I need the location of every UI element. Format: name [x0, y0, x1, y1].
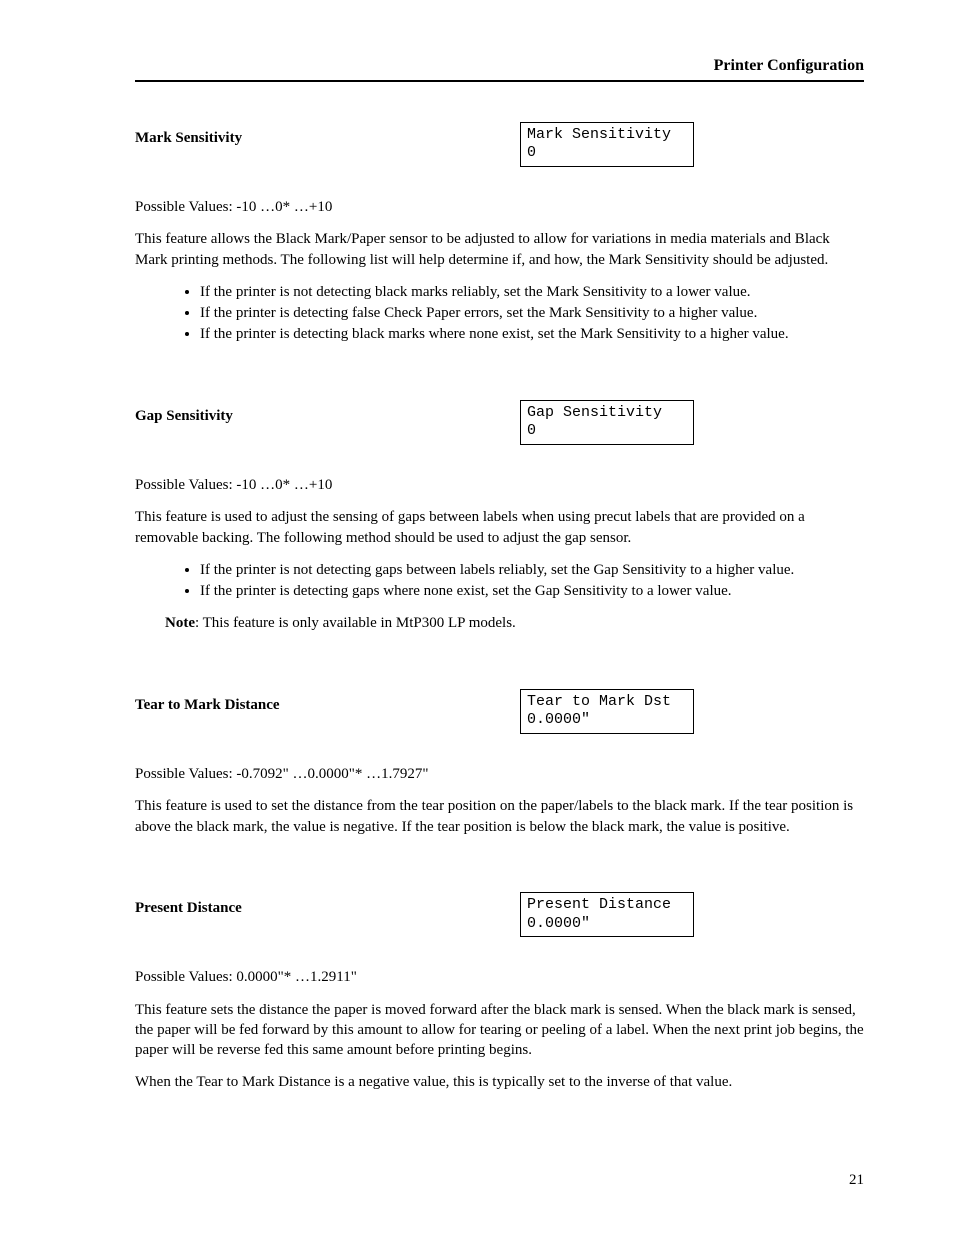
section-head: Present Distance Present Distance 0.0000… [135, 892, 864, 938]
section-title: Gap Sensitivity [135, 400, 233, 426]
list-item: If the printer is detecting false Check … [200, 303, 864, 323]
section-title: Mark Sensitivity [135, 122, 242, 148]
display-line1: Gap Sensitivity [527, 404, 687, 423]
display-box: Mark Sensitivity 0 [520, 122, 694, 168]
display-line2: 0.0000" [527, 915, 687, 934]
section-tear-to-mark: Tear to Mark Distance Tear to Mark Dst 0… [135, 689, 864, 837]
section-gap-sensitivity: Gap Sensitivity Gap Sensitivity 0 Possib… [135, 400, 864, 634]
section-head: Tear to Mark Distance Tear to Mark Dst 0… [135, 689, 864, 735]
list-item: If the printer is detecting gaps where n… [200, 581, 864, 601]
list-item: If the printer is not detecting gaps bet… [200, 560, 864, 580]
display-box: Present Distance 0.0000" [520, 892, 694, 938]
list-item: If the printer is not detecting black ma… [200, 282, 864, 302]
possible-values: Possible Values: 0.0000"* …1.2911" [135, 967, 864, 987]
section-title: Tear to Mark Distance [135, 689, 280, 715]
page-header: Printer Configuration [135, 55, 864, 82]
display-line1: Mark Sensitivity [527, 126, 687, 145]
body-text: This feature is used to set the distance… [135, 796, 864, 837]
section-head: Gap Sensitivity Gap Sensitivity 0 [135, 400, 864, 446]
display-line2: 0 [527, 422, 687, 441]
possible-values: Possible Values: -0.7092" …0.0000"* …1.7… [135, 764, 864, 784]
body-text: When the Tear to Mark Distance is a nega… [135, 1072, 864, 1092]
display-box: Gap Sensitivity 0 [520, 400, 694, 446]
document-page: Printer Configuration Mark Sensitivity M… [0, 0, 954, 1235]
page-number: 21 [849, 1170, 864, 1190]
display-line2: 0.0000" [527, 711, 687, 730]
display-line1: Present Distance [527, 896, 687, 915]
body-text: This feature is used to adjust the sensi… [135, 507, 864, 548]
section-head: Mark Sensitivity Mark Sensitivity 0 [135, 122, 864, 168]
display-box: Tear to Mark Dst 0.0000" [520, 689, 694, 735]
display-line2: 0 [527, 144, 687, 163]
body-text: This feature sets the distance the paper… [135, 1000, 864, 1061]
note-line: Note: This feature is only available in … [165, 613, 864, 633]
possible-values: Possible Values: -10 …0* …+10 [135, 475, 864, 495]
display-line1: Tear to Mark Dst [527, 693, 687, 712]
note-text: : This feature is only available in MtP3… [195, 615, 516, 631]
bullet-list: If the printer is not detecting black ma… [135, 282, 864, 345]
note-label: Note [165, 615, 195, 631]
section-mark-sensitivity: Mark Sensitivity Mark Sensitivity 0 Poss… [135, 122, 864, 345]
list-item: If the printer is detecting black marks … [200, 324, 864, 344]
possible-values: Possible Values: -10 …0* …+10 [135, 197, 864, 217]
body-text: This feature allows the Black Mark/Paper… [135, 229, 864, 270]
bullet-list: If the printer is not detecting gaps bet… [135, 560, 864, 602]
section-present-distance: Present Distance Present Distance 0.0000… [135, 892, 864, 1093]
section-title: Present Distance [135, 892, 242, 918]
